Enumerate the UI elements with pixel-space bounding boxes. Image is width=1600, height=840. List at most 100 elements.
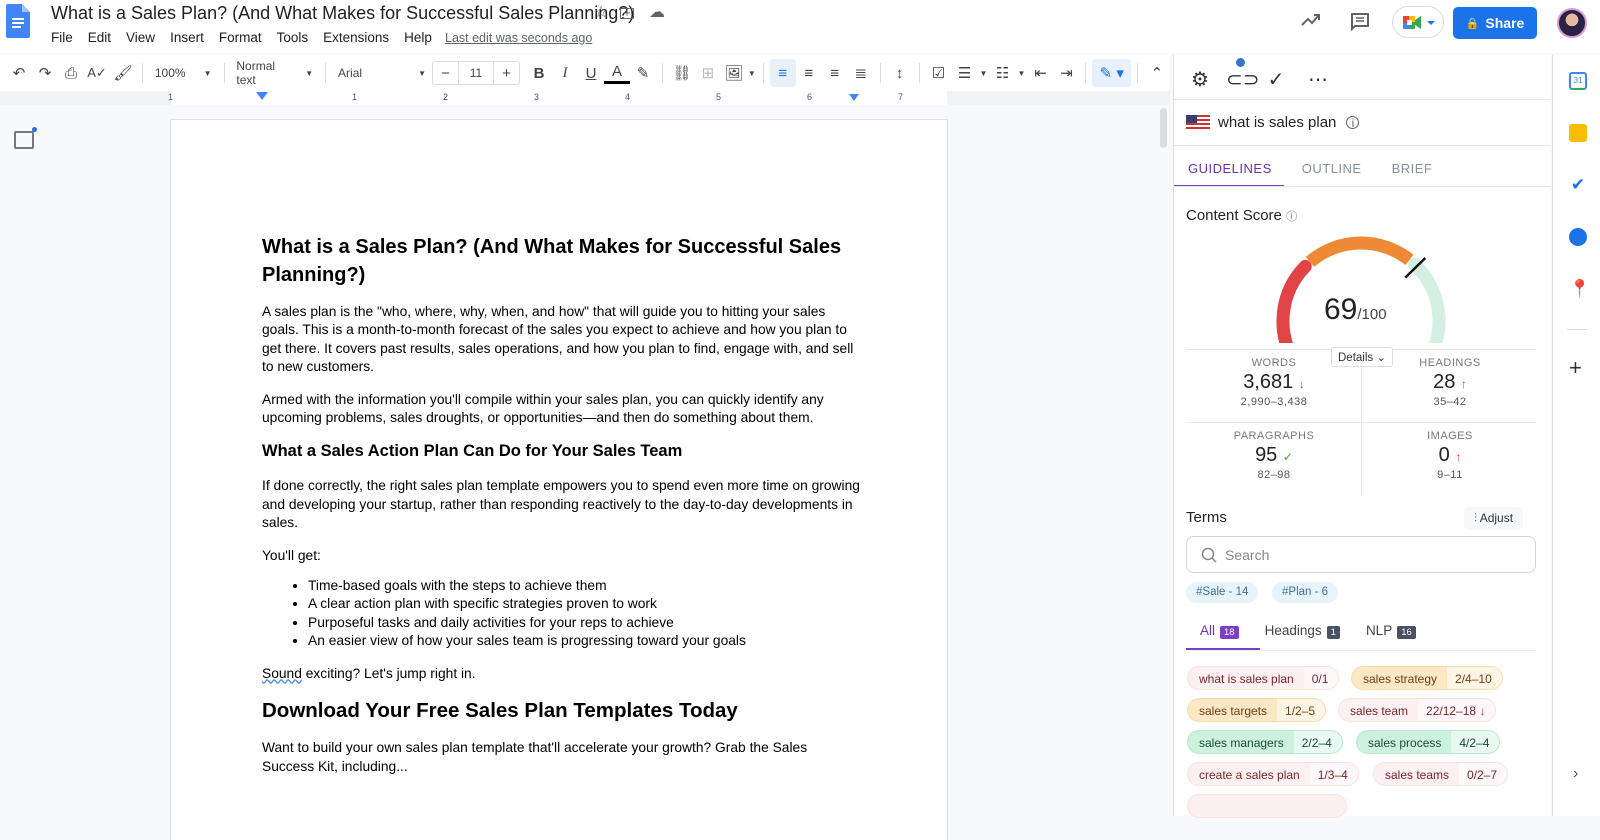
terms-search-input[interactable]: Search <box>1186 536 1536 573</box>
numbered-list-icon[interactable]: ☷ <box>989 59 1015 87</box>
expand-panel-icon[interactable]: › <box>1573 765 1578 783</box>
right-indent-marker[interactable] <box>849 94 859 101</box>
meet-button[interactable] <box>1392 6 1444 38</box>
term-chip[interactable]: sales team 22/12–18 ↓ <box>1338 698 1497 722</box>
menu-file[interactable]: File <box>51 30 73 45</box>
maps-icon[interactable]: 📍 <box>1569 280 1590 298</box>
link-icon[interactable]: ⊂⊃ <box>1226 67 1260 92</box>
score-value: 69 <box>1324 293 1358 326</box>
term-chip[interactable]: sales process 4/2–4 <box>1356 730 1501 754</box>
paint-format-icon[interactable]: 🖌 <box>110 59 136 87</box>
activity-trend-icon[interactable] <box>1300 11 1322 29</box>
spellcheck-icon[interactable]: A✓ <box>84 59 110 87</box>
menu-view[interactable]: View <box>126 30 155 45</box>
text-color-icon[interactable]: A <box>603 62 630 84</box>
underline-icon[interactable]: U <box>578 59 604 87</box>
menu-edit[interactable]: Edit <box>88 30 111 45</box>
menu-tools[interactable]: Tools <box>277 30 309 45</box>
left-indent-marker[interactable] <box>256 92 268 100</box>
term-tab-nlp[interactable]: NLP 16 <box>1366 623 1416 639</box>
highlight-color-icon[interactable]: ✎ <box>630 59 656 87</box>
check-circle-icon[interactable]: ✓ <box>1264 67 1288 92</box>
justify-icon[interactable]: ≣ <box>848 59 874 87</box>
decrease-font-size-button[interactable]: − <box>433 62 459 84</box>
arrow-down-icon: ↓ <box>1479 704 1486 718</box>
document-outline-icon[interactable] <box>14 131 34 149</box>
tab-outline[interactable]: OUTLINE <box>1302 161 1362 176</box>
menu-format[interactable]: Format <box>219 30 262 45</box>
adjust-button[interactable]: ⫶ Adjust <box>1464 507 1524 530</box>
term-chip[interactable]: sales strategy 2/4–10 <box>1351 666 1503 690</box>
term-chip[interactable]: sales managers 2/2–4 <box>1187 730 1343 754</box>
term-tab-headings[interactable]: Headings 1 <box>1265 623 1340 639</box>
term-chip[interactable]: create a sales plan 1/3–4 <box>1187 762 1359 786</box>
document-body[interactable]: What is a Sales Plan? (And What Makes fo… <box>262 233 862 790</box>
gauge-segment-high <box>1407 257 1446 343</box>
chevron-down-icon[interactable]: ▼ <box>747 59 757 87</box>
font-value: Arial <box>338 66 363 80</box>
font-select[interactable]: Arial ▼ <box>332 66 432 80</box>
chevron-down-icon[interactable]: ▼ <box>977 59 989 87</box>
tab-brief[interactable]: BRIEF <box>1392 161 1433 176</box>
more-options-icon[interactable]: ⋯ <box>1306 67 1330 92</box>
menu-extensions[interactable]: Extensions <box>323 30 389 45</box>
topic-chip[interactable]: #Plan - 6 <box>1272 582 1339 603</box>
term-tab-all[interactable]: All 18 <box>1200 623 1239 639</box>
insert-link-icon[interactable]: ⛓ <box>669 59 695 87</box>
document-title[interactable]: What is a Sales Plan? (And What Makes fo… <box>51 3 634 24</box>
docs-logo-icon[interactable] <box>6 4 30 38</box>
font-size-stepper: − 11 + <box>431 61 520 85</box>
settings-gear-icon[interactable]: ⚙ <box>1188 67 1212 92</box>
ruler[interactable]: 1 1 2 3 4 5 6 7 <box>0 91 1170 105</box>
decrease-indent-icon[interactable]: ⇤ <box>1027 59 1053 87</box>
line-spacing-icon[interactable]: ↕ <box>887 59 913 87</box>
info-icon[interactable]: ⓘ <box>1286 211 1297 223</box>
undo-icon[interactable]: ↶ <box>6 59 32 87</box>
editing-mode-icon[interactable]: ✎ ▾ <box>1092 59 1132 87</box>
calendar-icon[interactable]: 31 <box>1569 72 1587 90</box>
increase-font-size-button[interactable]: + <box>492 62 519 84</box>
italic-icon[interactable]: I <box>552 59 578 87</box>
comments-icon[interactable] <box>1350 12 1370 32</box>
term-chip[interactable] <box>1187 794 1347 818</box>
bulleted-list-icon[interactable]: ☰ <box>951 59 977 87</box>
info-icon[interactable]: i <box>1346 116 1360 129</box>
align-left-icon[interactable]: ≡ <box>769 59 796 87</box>
print-icon[interactable]: ⎙ <box>58 59 84 87</box>
document-scrollbar[interactable] <box>1160 108 1167 148</box>
increase-indent-icon[interactable]: ⇥ <box>1053 59 1079 87</box>
search-placeholder: Search <box>1225 546 1270 563</box>
move-folder-icon[interactable]: + <box>620 6 634 19</box>
add-comment-icon[interactable]: ⊞ <box>695 59 721 87</box>
term-chip[interactable]: sales targets 1/2–5 <box>1187 698 1327 722</box>
term-chip[interactable]: what is sales plan 0/1 <box>1187 666 1340 690</box>
font-size-input[interactable]: 11 <box>459 66 493 80</box>
active-tab-indicator <box>1186 648 1260 650</box>
star-icon[interactable]: ☆ <box>592 4 610 22</box>
checklist-icon[interactable]: ☑ <box>925 59 951 87</box>
spelling-suggestion[interactable]: Sound <box>262 666 302 681</box>
share-button[interactable]: 🔒 Share <box>1453 7 1537 39</box>
collapse-menus-icon[interactable]: ⌃ <box>1144 59 1170 87</box>
add-addon-icon[interactable]: + <box>1569 355 1582 381</box>
tab-guidelines[interactable]: GUIDELINES <box>1188 161 1272 176</box>
document-page[interactable]: What is a Sales Plan? (And What Makes fo… <box>171 120 947 840</box>
bold-icon[interactable]: B <box>526 59 552 87</box>
redo-icon[interactable]: ↷ <box>32 59 58 87</box>
menu-insert[interactable]: Insert <box>170 30 204 45</box>
align-right-icon[interactable]: ≡ <box>822 59 848 87</box>
term-chip[interactable]: sales teams 0/2–7 <box>1373 762 1509 786</box>
cloud-saved-icon[interactable]: ☁ <box>648 4 666 22</box>
paragraph-style-select[interactable]: Normal text ▼ <box>230 59 319 87</box>
zoom-select[interactable]: 100% ▼ <box>149 66 218 80</box>
topic-chip[interactable]: #Sale - 14 <box>1186 582 1259 603</box>
insert-image-icon[interactable]: 🖼 <box>721 59 747 87</box>
keep-icon[interactable] <box>1569 124 1587 142</box>
user-avatar[interactable] <box>1557 8 1587 38</box>
tasks-icon[interactable]: ✔ <box>1569 176 1587 194</box>
chevron-down-icon[interactable]: ▼ <box>1015 59 1027 87</box>
align-center-icon[interactable]: ≡ <box>796 59 822 87</box>
last-edit-link[interactable]: Last edit was seconds ago <box>445 31 592 45</box>
contacts-icon[interactable] <box>1569 228 1587 246</box>
menu-help[interactable]: Help <box>404 30 432 45</box>
